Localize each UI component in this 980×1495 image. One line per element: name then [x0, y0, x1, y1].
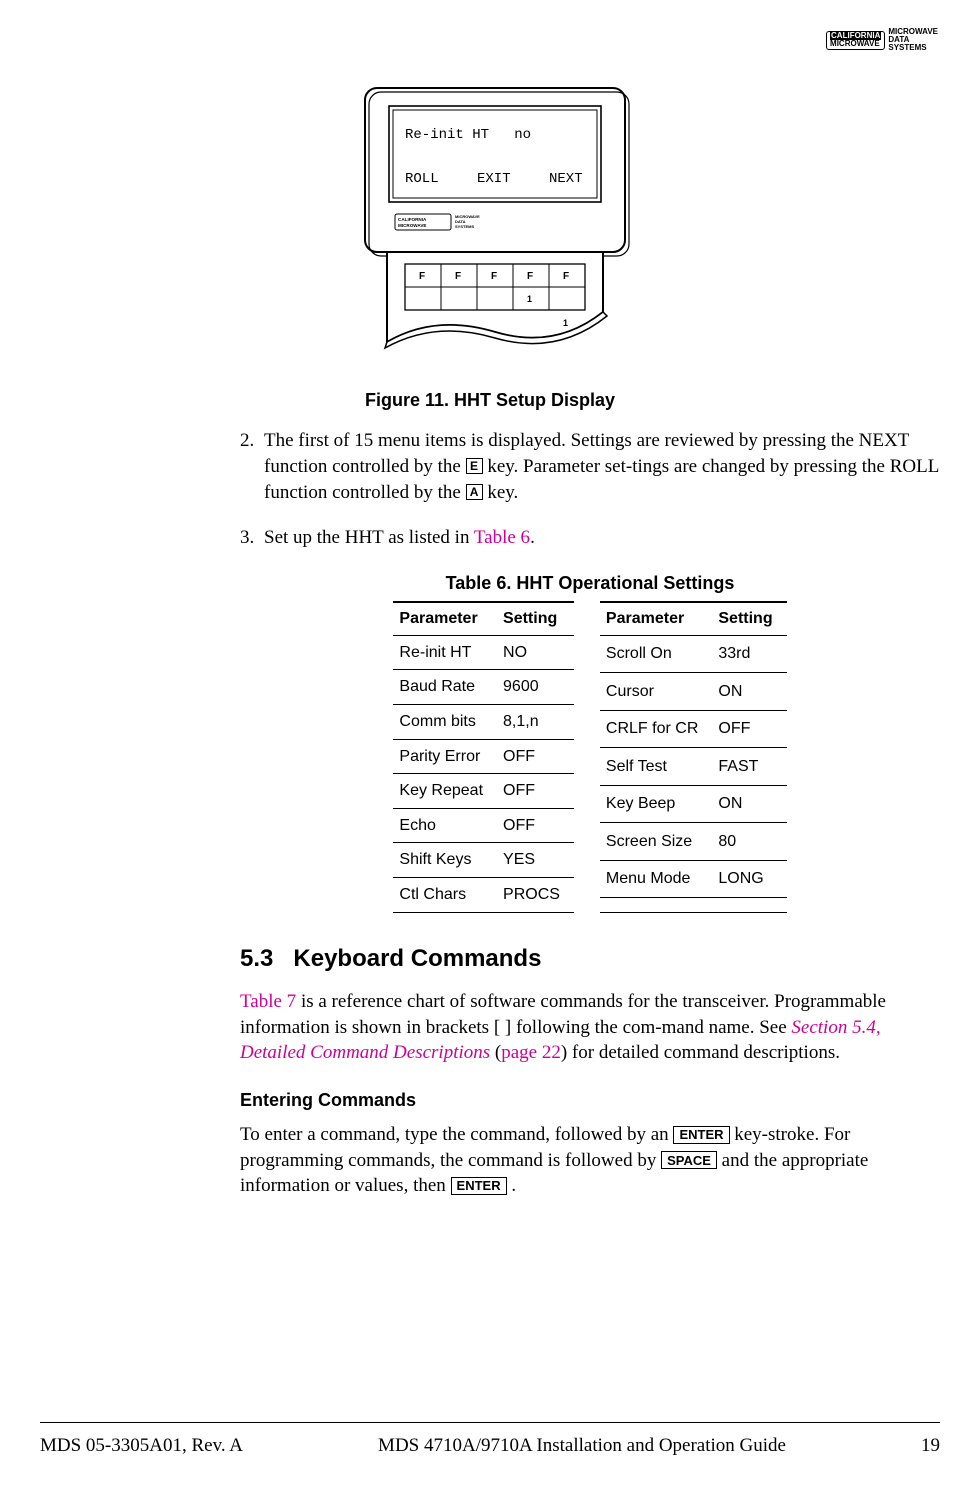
th-setting: Setting: [497, 602, 574, 635]
table-row: Scroll On33rd: [600, 635, 787, 673]
footer-page-number: 19: [921, 1433, 940, 1459]
table-row: Self TestFAST: [600, 748, 787, 786]
table-row: Shift KeysYES: [393, 843, 574, 878]
svg-text:SYSTEMS: SYSTEMS: [455, 224, 474, 229]
svg-text:F: F: [419, 271, 425, 282]
svg-text:F: F: [491, 271, 497, 282]
svg-text:F: F: [527, 271, 533, 282]
th-setting: Setting: [712, 602, 786, 635]
step-3-text-b: .: [530, 527, 535, 548]
page-footer: MDS 05-3305A01, Rev. A MDS 4710A/9710A I…: [40, 1422, 940, 1459]
section-title: Keyboard Commands: [293, 945, 541, 972]
screen-fn-left: ROLL: [405, 171, 439, 187]
page-header: CALIFORNIA MICROWAVE MICROWAVE DATA SYST…: [40, 20, 938, 52]
section-5-3-heading: 5.3 Keyboard Commands: [240, 943, 940, 975]
link-table-6[interactable]: Table 6: [474, 527, 530, 548]
logo-right-3: SYSTEMS: [888, 44, 938, 52]
keycap-a: A: [466, 484, 483, 500]
table-row: Comm bits8,1,n: [393, 704, 574, 739]
svg-text:CALIFORNIA: CALIFORNIA: [398, 217, 427, 222]
step-3-text-a: Set up the HHT as listed in: [264, 527, 474, 548]
section-5-3-p1: Table 7 is a reference chart of software…: [240, 989, 940, 1066]
table-row: CursorON: [600, 673, 787, 711]
svg-text:1: 1: [563, 318, 568, 328]
keycap-e: E: [466, 458, 483, 474]
svg-text:F: F: [563, 271, 569, 282]
keycap-space: SPACE: [661, 1151, 717, 1169]
step-2-number: 2.: [240, 428, 254, 454]
keycap-enter: ENTER: [673, 1126, 729, 1144]
table-6: Parameter Setting Re-init HTNO Baud Rate…: [240, 601, 940, 912]
step-3: 3. Set up the HHT as listed in Table 6.: [240, 525, 940, 551]
svg-text:MICROWAVE: MICROWAVE: [398, 223, 427, 228]
link-page-22[interactable]: page 22: [501, 1042, 561, 1063]
screen-line-1: Re-init HT no: [405, 127, 531, 143]
svg-text:1: 1: [527, 294, 532, 304]
table-6-caption: Table 6. HHT Operational Settings: [240, 571, 940, 595]
table-row: EchoOFF: [393, 808, 574, 843]
step-3-number: 3.: [240, 525, 254, 551]
table-row: Key RepeatOFF: [393, 774, 574, 809]
footer-center: MDS 4710A/9710A Installation and Operati…: [378, 1433, 786, 1459]
screen-fn-right: NEXT: [549, 171, 583, 187]
figure-11: Re-init HT no ROLL EXIT NEXT CALIFORNIA …: [40, 82, 940, 412]
link-table-7[interactable]: Table 7: [240, 991, 296, 1012]
footer-left: MDS 05-3305A01, Rev. A: [40, 1433, 243, 1459]
table-row: Key BeepON: [600, 785, 787, 823]
table-6-right: Parameter Setting Scroll On33rd CursorON…: [600, 601, 787, 912]
table-row: Screen Size80: [600, 823, 787, 861]
th-param: Parameter: [600, 602, 712, 635]
table-row: CRLF for CROFF: [600, 710, 787, 748]
logo-icon: CALIFORNIA MICROWAVE MICROWAVE DATA SYST…: [826, 28, 938, 52]
table-row: Re-init HTNO: [393, 635, 574, 670]
keycap-enter-2: ENTER: [451, 1177, 507, 1195]
table-row: Baud Rate9600: [393, 670, 574, 705]
svg-text:F: F: [455, 271, 461, 282]
table-row: [600, 898, 787, 912]
table-6-left: Parameter Setting Re-init HTNO Baud Rate…: [393, 601, 574, 912]
logo-text-bottom: MICROWAVE: [830, 40, 881, 48]
screen-fn-mid: EXIT: [477, 171, 511, 187]
entering-commands-p: To enter a command, type the command, fo…: [240, 1122, 940, 1199]
section-number: 5.3: [240, 945, 273, 972]
step-2-text-c: key.: [487, 482, 518, 503]
figure-caption: Figure 11. HHT Setup Display: [40, 388, 940, 412]
th-param: Parameter: [393, 602, 497, 635]
step-2: 2. The first of 15 menu items is display…: [240, 428, 940, 505]
table-row: Menu ModeLONG: [600, 860, 787, 898]
table-row: Ctl CharsPROCS: [393, 877, 574, 912]
entering-commands-heading: Entering Commands: [240, 1088, 940, 1112]
hht-device-illustration: Re-init HT no ROLL EXIT NEXT CALIFORNIA …: [335, 82, 645, 362]
table-row: Parity ErrorOFF: [393, 739, 574, 774]
